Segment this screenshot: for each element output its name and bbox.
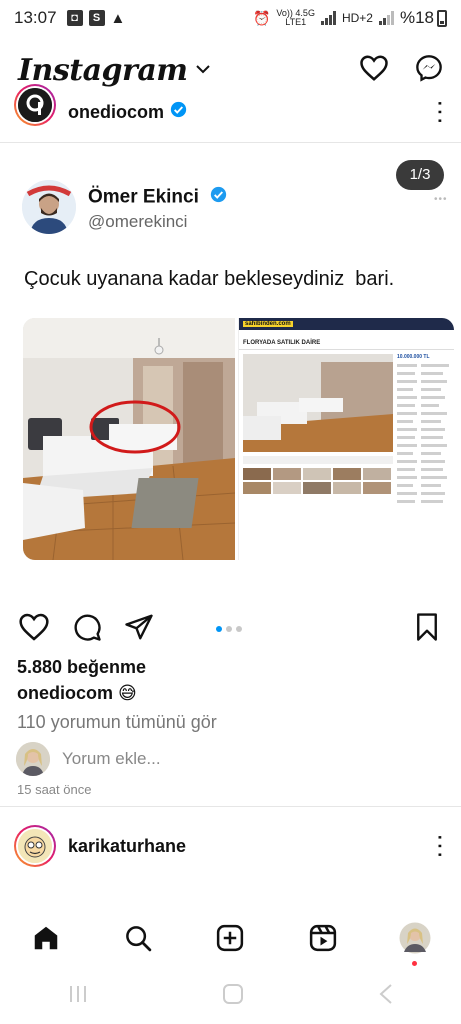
pager-dot bbox=[226, 626, 232, 632]
signal2-icon bbox=[378, 11, 394, 25]
alarm-icon: ⏰ bbox=[252, 9, 271, 26]
pager-dot bbox=[236, 626, 242, 632]
listing-title: FLORYADA SATILIK DAİRE bbox=[239, 330, 454, 350]
search-icon[interactable] bbox=[118, 918, 158, 958]
tweet-verified-icon bbox=[210, 186, 227, 209]
bottom-navigation bbox=[0, 906, 461, 970]
listing-site-logo: sahibinden.com bbox=[243, 321, 293, 327]
profile-avatar[interactable] bbox=[395, 918, 435, 966]
prev-post-header: onediocom ··· bbox=[0, 84, 461, 132]
battery-icon bbox=[437, 9, 447, 27]
network2-label: HD+2 bbox=[341, 11, 373, 25]
current-user-avatar bbox=[16, 742, 50, 776]
add-comment-row[interactable]: Yorum ekle... bbox=[16, 742, 161, 776]
comment-icon[interactable] bbox=[72, 612, 102, 647]
battery-percent: %18 bbox=[399, 8, 434, 27]
home-icon[interactable] bbox=[26, 918, 66, 958]
notification-icon: ◘ bbox=[66, 10, 83, 26]
pager-dot-active bbox=[216, 626, 222, 632]
status-right: ⏰ Vo)) 4.5G LTE1 HD+2 %18 bbox=[253, 8, 447, 28]
status-bar: 13:07 ◘ S ▲ ⏰ Vo)) 4.5G LTE1 HD+2 %18 bbox=[0, 0, 461, 36]
listing-price: 10.000.000 TL bbox=[397, 354, 430, 360]
reels-icon[interactable] bbox=[303, 918, 343, 958]
messenger-icon[interactable] bbox=[415, 54, 443, 87]
app-bar: Instagram bbox=[0, 44, 461, 96]
tweet-author-handle: @omerekinci bbox=[88, 212, 188, 231]
profile-notification-dot bbox=[411, 961, 417, 966]
heart-icon[interactable] bbox=[359, 54, 389, 87]
listing-screenshot: sahibinden.com FLORYADA SATILIK DAİRE 10… bbox=[238, 318, 454, 560]
tweet-author-name: Ömer Ekinci bbox=[88, 186, 227, 209]
signal-icon bbox=[320, 11, 336, 25]
next-post-header: karikaturhane ··· bbox=[0, 824, 461, 868]
counter-more-icon: ••• bbox=[434, 194, 448, 205]
network-label: Vo)) 4.5G LTE1 bbox=[276, 8, 315, 27]
post-divider bbox=[0, 806, 461, 807]
tweet-author-avatar bbox=[22, 180, 76, 234]
add-comment-input[interactable]: Yorum ekle... bbox=[62, 749, 161, 769]
bedroom-photo bbox=[23, 318, 235, 560]
post-divider bbox=[0, 142, 461, 143]
view-comments-link[interactable]: 110 yorumun tümünü gör bbox=[17, 712, 217, 733]
verified-badge-icon bbox=[170, 101, 187, 123]
like-heart-icon[interactable] bbox=[18, 612, 50, 647]
app-notification-icon: S bbox=[88, 10, 105, 26]
system-navigation bbox=[0, 978, 461, 1014]
instagram-logo[interactable]: Instagram bbox=[18, 53, 188, 88]
caption-emoji: 😅 bbox=[118, 683, 137, 703]
recent-apps-icon[interactable] bbox=[67, 984, 89, 1009]
tweet-text: Çocuk uyanana kadar bekleseydiniz bari. bbox=[24, 268, 395, 290]
image-counter: 1/3 bbox=[396, 160, 444, 190]
carousel-pager bbox=[216, 626, 242, 632]
chevron-down-icon[interactable] bbox=[195, 61, 210, 79]
create-post-icon[interactable] bbox=[210, 918, 250, 958]
more-options-icon[interactable]: ··· bbox=[427, 99, 457, 125]
post-time: 15 saat önce bbox=[17, 782, 92, 797]
next-post-username[interactable]: karikaturhane bbox=[68, 836, 186, 857]
next-post-avatar[interactable] bbox=[14, 825, 56, 867]
caption-username[interactable]: onediocom bbox=[17, 683, 113, 703]
share-send-icon[interactable] bbox=[124, 612, 154, 647]
bookmark-icon[interactable] bbox=[413, 612, 441, 647]
warning-icon: ▲ bbox=[110, 9, 126, 27]
like-count[interactable]: 5.880 beğenme bbox=[17, 657, 146, 678]
more-options-icon[interactable]: ··· bbox=[427, 833, 457, 859]
home-button-icon[interactable] bbox=[222, 983, 244, 1010]
battery-indicator: %18 bbox=[400, 8, 447, 28]
back-icon[interactable] bbox=[377, 983, 395, 1010]
prev-post-avatar[interactable] bbox=[14, 84, 56, 126]
status-time: 13:07 bbox=[14, 8, 57, 27]
caption: onediocom 😅 bbox=[17, 683, 137, 704]
prev-post-username[interactable]: onediocom bbox=[68, 102, 164, 123]
